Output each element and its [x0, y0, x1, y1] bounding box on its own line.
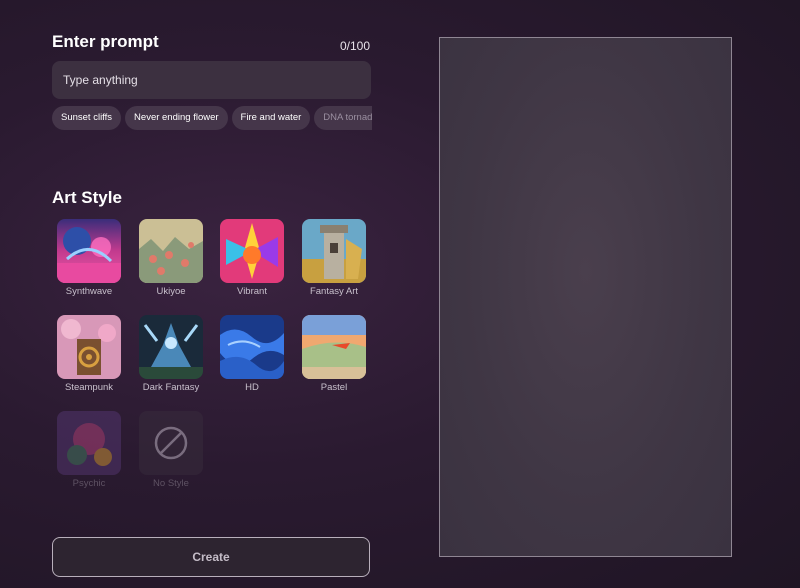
fantasy-art-thumbnail — [302, 219, 366, 283]
prompt-title: Enter prompt — [52, 32, 159, 51]
style-label: Fantasy Art — [309, 286, 359, 297]
style-label: Pastel — [320, 382, 348, 393]
style-option-dark-fantasy[interactable]: Dark Fantasy — [130, 315, 212, 393]
suggestion-chip[interactable]: DNA tornado — [314, 106, 372, 130]
image-preview-panel — [439, 37, 732, 557]
style-option-ukiyoe[interactable]: Ukiyoe — [130, 219, 212, 297]
style-label: Steampunk — [64, 382, 114, 393]
no-style-icon — [139, 411, 203, 475]
pastel-thumbnail — [302, 315, 366, 379]
style-option-pastel[interactable]: Pastel — [293, 315, 375, 393]
style-option-psychic[interactable]: Psychic — [48, 411, 130, 489]
ukiyoe-thumbnail — [139, 219, 203, 283]
style-label: No Style — [153, 478, 189, 489]
hd-thumbnail — [220, 315, 284, 379]
create-button[interactable]: Create — [52, 537, 370, 577]
style-option-hd[interactable]: HD — [211, 315, 293, 393]
style-label: Synthwave — [65, 286, 113, 297]
style-label: Dark Fantasy — [142, 382, 200, 393]
vibrant-thumbnail — [220, 219, 284, 283]
style-option-vibrant[interactable]: Vibrant — [211, 219, 293, 297]
style-label: Psychic — [72, 478, 106, 489]
character-counter: 0/100 — [340, 39, 371, 53]
suggestion-chips: Sunset cliffs Never ending flower Fire and… — [52, 106, 372, 130]
art-style-title: Art Style — [52, 188, 122, 207]
suggestion-chip[interactable]: Never ending flower — [125, 106, 228, 130]
style-label: HD — [245, 382, 259, 393]
suggestion-chip[interactable]: Fire and water — [231, 106, 311, 130]
suggestion-chip[interactable]: Sunset cliffs — [52, 106, 122, 130]
style-label: Ukiyoe — [156, 286, 186, 297]
style-option-synthwave[interactable]: Synthwave — [48, 219, 130, 297]
psychic-thumbnail — [57, 411, 121, 475]
dark-fantasy-thumbnail — [139, 315, 203, 379]
style-option-fantasy-art[interactable]: Fantasy Art — [293, 219, 375, 297]
style-option-steampunk[interactable]: Steampunk — [48, 315, 130, 393]
synthwave-thumbnail — [57, 219, 121, 283]
style-option-no-style[interactable]: No Style — [130, 411, 212, 489]
prompt-input[interactable] — [52, 61, 371, 99]
steampunk-thumbnail — [57, 315, 121, 379]
style-label: Vibrant — [237, 286, 267, 297]
